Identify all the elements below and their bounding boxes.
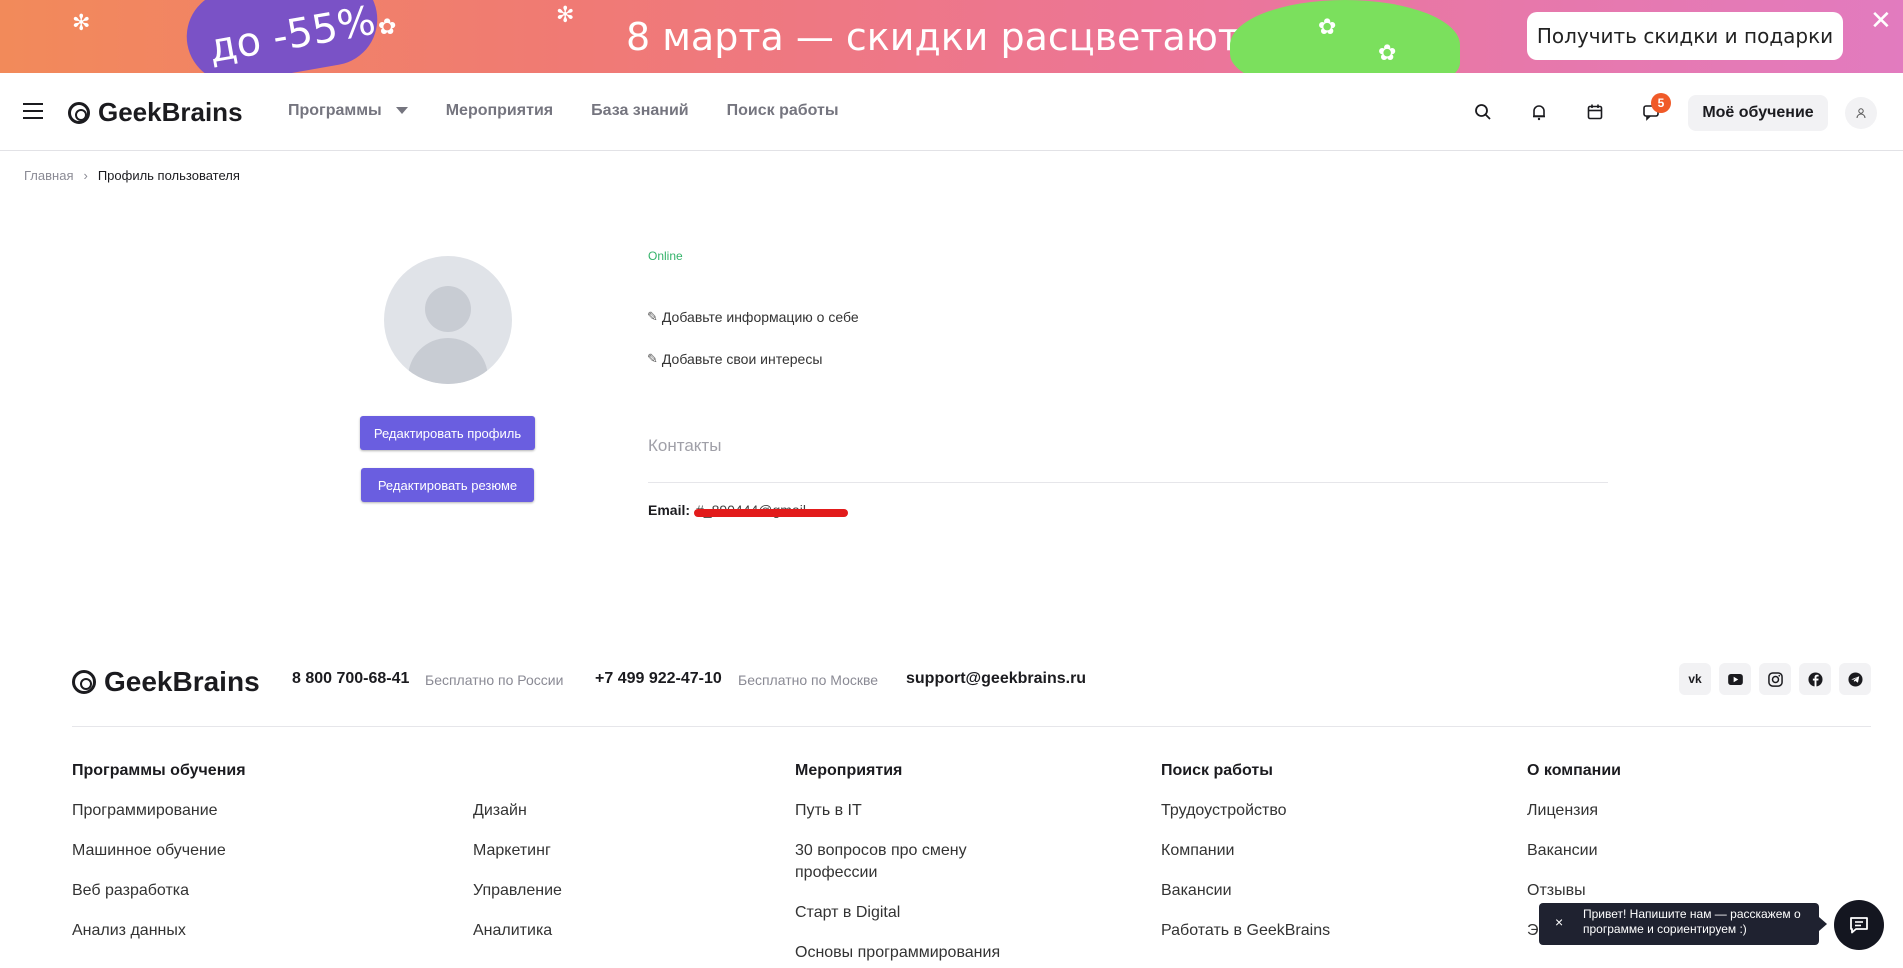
logo-text: GeekBrains bbox=[98, 97, 243, 127]
footer-link[interactable]: Э bbox=[1527, 920, 1539, 942]
footer-link[interactable]: профессии bbox=[795, 862, 877, 884]
flower-decoration: ✻ bbox=[556, 2, 575, 27]
close-icon[interactable]: × bbox=[1555, 915, 1563, 930]
flower-decoration: ✿ bbox=[1318, 14, 1337, 39]
youtube-icon[interactable] bbox=[1719, 663, 1751, 695]
search-icon[interactable] bbox=[1474, 103, 1492, 121]
profile-avatar bbox=[384, 256, 512, 384]
footer-logo[interactable]: GeekBrains bbox=[72, 666, 260, 698]
chevron-down-icon bbox=[395, 107, 408, 115]
bell-icon[interactable] bbox=[1530, 103, 1548, 121]
chat-tooltip[interactable]: × Привет! Напишите нам — расскажем о про… bbox=[1539, 903, 1827, 945]
phone-russia[interactable]: 8 800 700-68-41 bbox=[292, 670, 409, 688]
close-icon[interactable]: ✕ bbox=[1870, 5, 1892, 36]
phone-russia-note: Бесплатно по России bbox=[425, 672, 564, 688]
telegram-icon[interactable] bbox=[1839, 663, 1871, 695]
flower-decoration: ✿ bbox=[378, 14, 397, 39]
my-learning-button[interactable]: Моё обучение bbox=[1688, 95, 1828, 131]
footer-link[interactable]: Основы программирования bbox=[795, 942, 1000, 964]
breadcrumb-current: Профиль пользователя bbox=[97, 168, 240, 183]
footer-link[interactable]: Старт в Digital bbox=[795, 902, 900, 924]
footer-logo-text: GeekBrains bbox=[104, 666, 260, 697]
contacts-title: Контакты bbox=[648, 436, 722, 455]
facebook-icon[interactable] bbox=[1799, 663, 1831, 695]
footer-link[interactable]: Программирование bbox=[72, 800, 218, 822]
instagram-icon[interactable] bbox=[1759, 663, 1791, 695]
flower-decoration: ✻ bbox=[72, 10, 91, 35]
footer-link[interactable]: Анализ данных bbox=[72, 920, 186, 942]
footer-link[interactable]: Аналитика bbox=[473, 920, 552, 942]
phone-moscow-note: Бесплатно по Москве bbox=[738, 672, 879, 688]
redaction-mark bbox=[694, 509, 848, 517]
phone-moscow[interactable]: +7 499 922-47-10 bbox=[595, 670, 722, 688]
edit-resume-button[interactable]: Редактировать резюме bbox=[361, 468, 534, 502]
notification-badge: 5 bbox=[1651, 93, 1671, 113]
breadcrumb-home[interactable]: Главная bbox=[24, 168, 73, 183]
add-info-label: Добавьте информацию о себе bbox=[661, 309, 859, 325]
add-interests-link[interactable]: ✎ Добавьте свои интересы bbox=[647, 351, 822, 367]
footer-jobs-title: Поиск работы bbox=[1161, 762, 1273, 779]
footer-link[interactable]: Отзывы bbox=[1527, 880, 1586, 902]
logo-icon bbox=[72, 670, 96, 694]
footer-link[interactable]: Путь в IT bbox=[795, 800, 862, 822]
breadcrumb: Главная › Профиль пользователя bbox=[24, 168, 240, 183]
footer-link[interactable]: Трудоустройство bbox=[1161, 800, 1287, 822]
edit-profile-button[interactable]: Редактировать профиль bbox=[360, 416, 535, 450]
footer-company-title: О компании bbox=[1527, 762, 1621, 779]
divider bbox=[72, 726, 1871, 727]
divider bbox=[648, 482, 1608, 483]
nav-programs[interactable]: Программы bbox=[288, 102, 408, 120]
footer-programs-title: Программы обучения bbox=[72, 762, 246, 779]
site-header: GeekBrains Программы Мероприятия База зн… bbox=[0, 73, 1903, 151]
footer-link[interactable]: Маркетинг bbox=[473, 840, 551, 862]
footer-link[interactable]: Работать в GeekBrains bbox=[1161, 920, 1330, 942]
email-label: Email: bbox=[648, 502, 691, 518]
footer-link[interactable]: Вакансии bbox=[1161, 880, 1232, 902]
footer-link[interactable]: Управление bbox=[473, 880, 562, 902]
user-icon[interactable] bbox=[1845, 97, 1877, 129]
add-info-link[interactable]: ✎ Добавьте информацию о себе bbox=[647, 309, 859, 325]
promo-cta-button[interactable]: Получить скидки и подарки bbox=[1527, 12, 1843, 60]
avatar-body bbox=[408, 338, 488, 384]
calendar-icon[interactable] bbox=[1586, 103, 1604, 121]
edit-icon: ✎ bbox=[647, 309, 658, 324]
menu-icon[interactable] bbox=[23, 103, 43, 119]
support-email[interactable]: support@geekbrains.ru bbox=[906, 670, 1086, 688]
edit-icon: ✎ bbox=[647, 351, 658, 366]
nav-knowledge-base[interactable]: База знаний bbox=[591, 102, 689, 120]
chat-icon bbox=[1850, 917, 1868, 934]
footer-link[interactable]: Вакансии bbox=[1527, 840, 1598, 862]
footer-link[interactable]: Машинное обучение bbox=[72, 840, 226, 862]
footer-link[interactable]: Дизайн bbox=[473, 800, 527, 822]
vk-icon[interactable]: vk bbox=[1679, 663, 1711, 695]
online-status: Online bbox=[648, 249, 683, 263]
logo[interactable]: GeekBrains bbox=[68, 97, 243, 128]
promo-banner[interactable]: до -55% ✻ ✿ ✻ 8 марта — скидки расцветаю… bbox=[0, 0, 1903, 73]
chat-tooltip-text: Привет! Напишите нам — расскажем о прогр… bbox=[1583, 907, 1801, 936]
logo-icon bbox=[68, 101, 90, 124]
add-interests-label: Добавьте свои интересы bbox=[661, 351, 823, 367]
footer-link[interactable]: Компании bbox=[1161, 840, 1235, 862]
breadcrumb-separator: › bbox=[83, 168, 88, 183]
footer-link[interactable]: Лицензия bbox=[1527, 800, 1598, 822]
promo-title: 8 марта — скидки расцветают bbox=[626, 15, 1240, 59]
footer-events-title: Мероприятия bbox=[795, 762, 903, 779]
main-nav: Программы Мероприятия База знаний Поиск … bbox=[288, 102, 839, 120]
nav-events[interactable]: Мероприятия bbox=[446, 102, 553, 120]
flower-decoration: ✿ bbox=[1378, 40, 1397, 65]
avatar-head bbox=[425, 286, 471, 332]
chat-button[interactable] bbox=[1834, 900, 1884, 950]
footer-link[interactable]: 30 вопросов про смену bbox=[795, 840, 967, 862]
promo-decoration bbox=[1230, 0, 1460, 73]
nav-job-search[interactable]: Поиск работы bbox=[727, 102, 839, 120]
footer-link[interactable]: Веб разработка bbox=[72, 880, 189, 902]
